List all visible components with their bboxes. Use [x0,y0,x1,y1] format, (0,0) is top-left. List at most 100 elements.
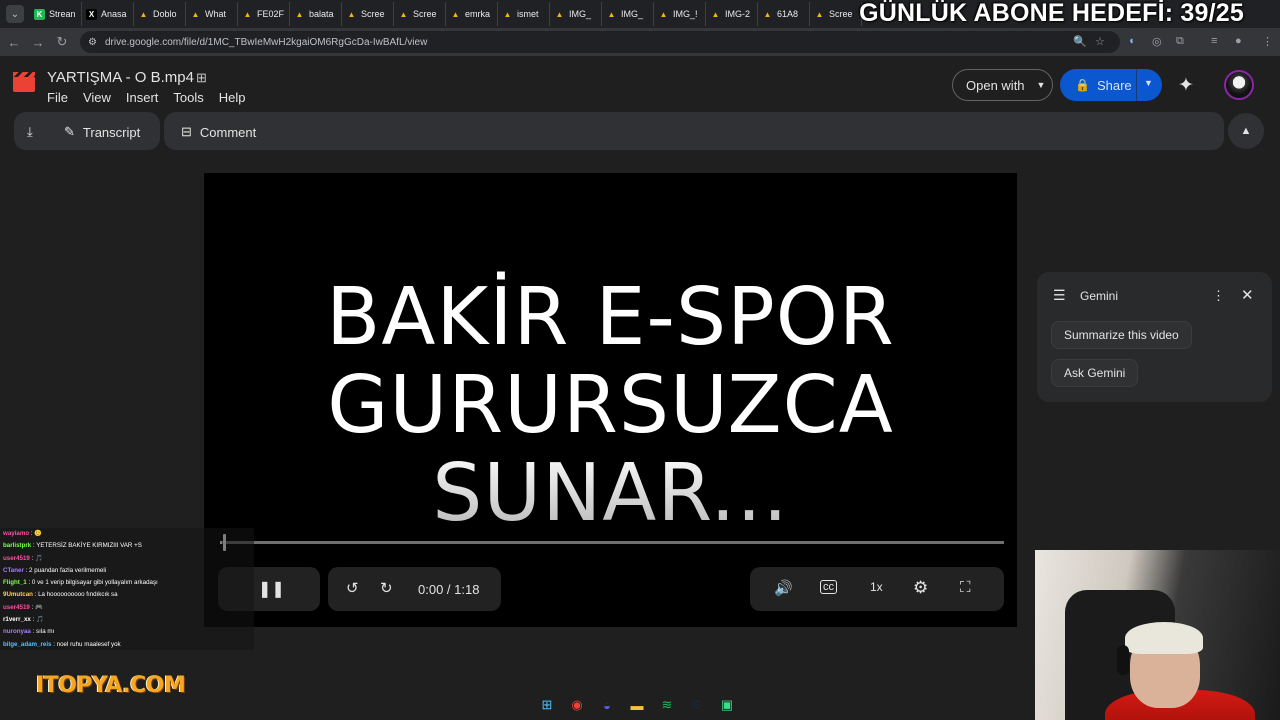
progress-bar[interactable] [220,541,1004,544]
browser-tab[interactable]: ▲ 61A8 [758,2,810,26]
browser-tab[interactable]: ▲ IMG_ [550,2,602,26]
close-icon[interactable]: ✕ [1241,286,1254,304]
drive-icon: ▲ [659,9,668,19]
tab-search-icon[interactable]: ⌄ [6,5,24,23]
comment-button[interactable]: ⊟ Comment [181,124,256,140]
share-divider [1136,69,1137,101]
chat-message: bilge_adam_reis : noel ruhu maalesef yok [0,639,254,651]
browser-tab[interactable]: ▲ Scree [810,2,862,26]
chat-message: Flight_1 : 0 ve 1 verip bilgisayar gibi … [0,577,254,589]
collapse-header-button[interactable]: ▲ [1228,113,1264,149]
browser-tab[interactable]: ▲ Doblo [134,2,186,26]
app-icon[interactable]: ▣ [716,694,738,716]
browser-tab[interactable]: ▲ FE02F [238,2,290,26]
tab-label: Scree [829,9,853,19]
video-player[interactable]: BAKİR E-SPOR GURURSUZCA SUNAR... ❚❚ ↺ ↻ … [204,173,1017,627]
extensions-puzzle-icon[interactable]: ⧉ [1176,35,1184,48]
browser-tab[interactable]: ▲ emrka [446,2,498,26]
playback-speed-button[interactable]: 1x [870,580,883,594]
tab-label: Doblo [153,9,177,19]
gemini-spark-icon[interactable]: ✦ [1178,74,1194,97]
captions-icon[interactable]: cc [820,580,837,594]
browser-tab[interactable]: ▲ ismet [498,2,550,26]
menu-view[interactable]: View [83,90,111,105]
video-text-line-1: BAKİR E-SPOR [326,271,895,363]
reload-icon[interactable]: ↻ [50,30,74,54]
chat-username: CTaner [3,566,24,574]
settings-gear-icon[interactable]: ⚙ [913,578,928,598]
tab-label: balata [309,9,334,19]
steam-icon[interactable]: ⚙ [686,694,708,716]
rewind-10-icon[interactable]: ↺ [346,579,359,597]
volume-icon[interactable]: 🔊 [774,579,793,597]
share-options-chevron-icon[interactable]: ▼ [1144,78,1153,88]
forward-10-icon[interactable]: ↻ [380,579,393,597]
summarize-video-chip[interactable]: Summarize this video [1051,321,1192,349]
tab-label: emrka [465,9,491,19]
discord-icon[interactable]: ◒ [596,694,618,716]
menu-tools[interactable]: Tools [173,90,203,105]
pause-icon[interactable]: ❚❚ [258,579,285,599]
chat-text: 🎵 [35,554,43,562]
forward-icon[interactable]: → [26,30,50,54]
address-bar[interactable]: ⚙ drive.google.com/file/d/1MC_TBwIeMwH2k… [80,31,1120,53]
menu-insert[interactable]: Insert [126,90,159,105]
browser-tab[interactable]: ▲ balata [290,2,342,26]
chat-username: r1verr_xx [3,616,31,624]
tab-label: What [205,9,227,19]
transcript-button[interactable]: ✎ Transcript [64,124,140,140]
twitch-icon: K [34,8,45,20]
zoom-icon[interactable]: 🔍 [1073,35,1087,48]
gemini-list-sparkle-icon: ☰ [1053,287,1066,303]
site-info-icon[interactable]: ⚙ [88,37,97,48]
browser-tab[interactable]: ▲ IMG_ [602,2,654,26]
share-button[interactable]: 🔒 Share ▼ [1060,69,1162,101]
chat-username: user4519 [3,554,30,562]
tab-label: 61A8 [777,9,799,19]
drive-icon: ▲ [607,9,616,19]
spotify-icon[interactable]: ≋ [656,694,678,716]
chat-text: 🙂 [34,530,43,537]
account-avatar[interactable] [1224,70,1254,100]
lock-icon: 🔒 [1075,78,1090,92]
browser-tab[interactable]: ▲ IMG-2 [706,2,758,26]
file-name[interactable]: YARTIŞMA - O B.mp4 [47,69,194,86]
move-to-folder-icon[interactable]: ⊞ [196,70,207,86]
menu-help[interactable]: Help [219,90,246,105]
toolbar-pill-left: ⤓ ✎ Transcript [14,112,160,150]
file-toolbar: ⤓ ✎ Transcript ⊟ Comment [14,112,1224,150]
back-icon[interactable]: ← [2,30,26,54]
extension-icon[interactable]: ◖ [1128,35,1135,47]
extension-icon-2[interactable]: ◎ [1152,35,1162,48]
download-icon[interactable]: ⤓ [27,124,33,140]
browser-tab[interactable]: X Anasa [82,2,134,26]
fullscreen-icon[interactable]: ⛶ [960,579,971,596]
browser-tab[interactable]: K Strean [30,2,82,26]
tab-label: Scree [413,9,437,19]
taskbar: ⊞ ◉ ◒ ▬ ≋ ⚙ ▣ [536,692,748,718]
windows-icon[interactable]: ⊞ [536,694,558,716]
chevron-up-icon: ▲ [1240,125,1252,137]
browser-tab[interactable]: ▲ IMG_! [654,2,706,26]
reading-list-icon[interactable]: ≡ [1211,35,1217,47]
chat-text: YETERSİZ BAKİYE KIRMIZIII VAR +S [36,542,142,550]
browser-tab[interactable]: ▲ What [186,2,238,26]
chat-message: barlistprk : YETERSİZ BAKİYE KIRMIZIII V… [0,540,254,552]
transcript-label: Transcript [82,124,141,140]
ask-gemini-chip[interactable]: Ask Gemini [1051,359,1139,387]
folder-icon[interactable]: ▬ [626,694,648,716]
more-options-icon[interactable]: ⋮ [1212,288,1225,304]
drive-icon: ▲ [399,9,408,19]
chrome-icon[interactable]: ◉ [566,694,588,716]
open-with-button[interactable]: Open with ▼ [952,69,1053,101]
drive-icon: ▲ [139,9,148,19]
headset [1117,645,1129,675]
menu-file[interactable]: File [47,90,68,105]
browser-tab[interactable]: ▲ Scree [342,2,394,26]
drive-icon: ▲ [295,9,304,19]
drive-icon: ▲ [347,9,356,19]
browser-tab[interactable]: ▲ Scree [394,2,446,26]
bookmark-star-icon[interactable]: ☆ [1095,35,1105,48]
profile-icon[interactable]: ● [1235,35,1242,47]
more-menu-icon[interactable]: ⋮ [1262,35,1273,48]
